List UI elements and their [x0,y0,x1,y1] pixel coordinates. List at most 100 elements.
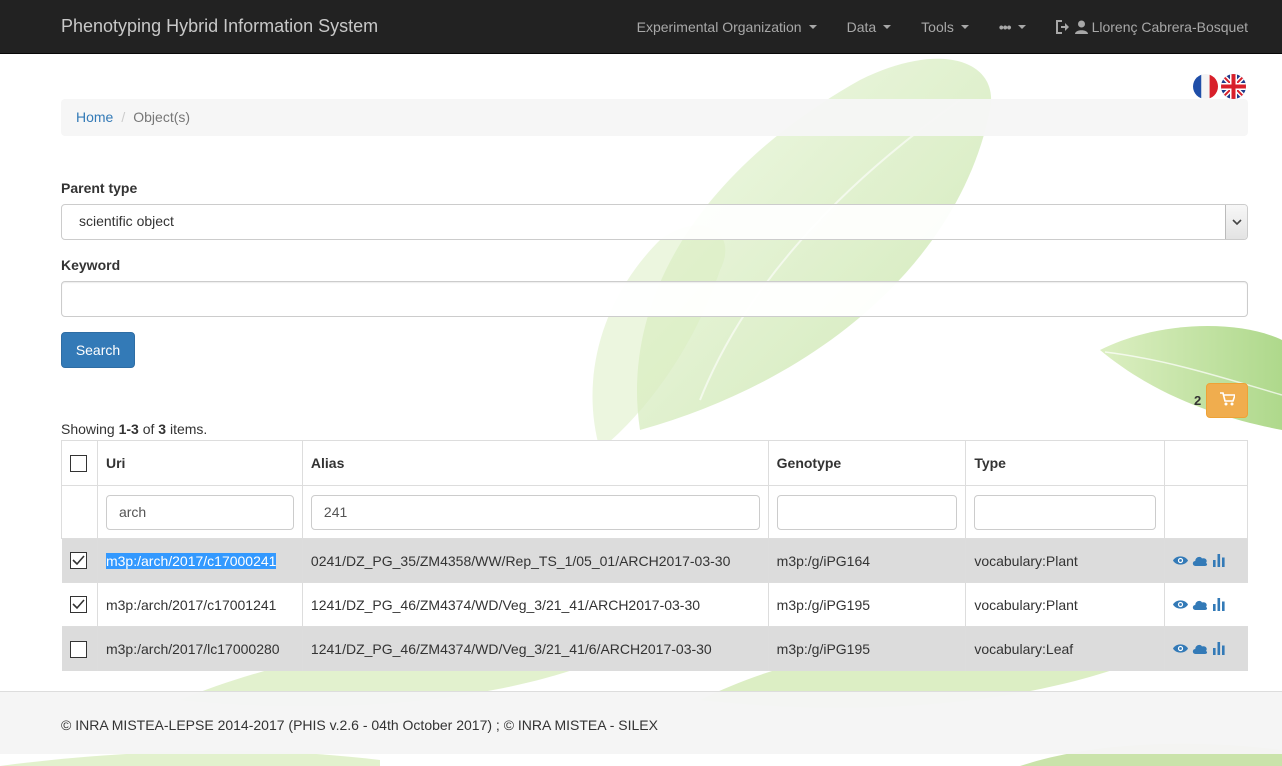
language-switcher [1193,74,1246,99]
breadcrumb-home-link[interactable]: Home [76,109,113,125]
checkmark-icon [71,555,85,566]
navbar: Phenotyping Hybrid Information System Ex… [0,0,1282,54]
filter-cell-empty [61,485,98,539]
row-checkbox[interactable] [69,596,87,614]
objects-table: Uri Alias Genotype Type m3p:/arch/2017/c… [61,440,1248,671]
column-header-genotype[interactable]: Genotype [767,440,967,486]
select-all-cell [61,440,98,486]
table-filter-row [61,485,1248,539]
type-cell: vocabulary:Leaf [965,626,1165,671]
search-button[interactable]: Search [61,332,135,368]
summary-prefix: Showing [61,421,119,437]
user-name: Llorenç Cabrera-Bosquet [1091,19,1248,35]
breadcrumb-separator: / [121,109,126,125]
genotype-cell: m3p:/g/iPG195 [768,582,967,627]
cart-icon [1219,392,1236,409]
sign-out-icon [1055,20,1071,34]
bar-chart-icon[interactable] [1212,598,1226,611]
uri-cell: m3p:/arch/2017/c17000241 [97,538,303,583]
parent-type-value: scientific object [79,213,174,229]
cart-count: 2 [1194,393,1202,408]
row-select-cell [61,582,98,627]
english-flag-icon[interactable] [1221,74,1246,99]
column-header-type[interactable]: Type [965,440,1165,486]
actions-cell [1164,538,1248,583]
type-cell: vocabulary:Plant [965,582,1165,627]
results-summary: Showing 1-3 of 3 items. [61,421,207,437]
filter-cell-genotype [767,485,967,539]
nav-experimental-organization[interactable]: Experimental Organization [622,0,832,54]
filter-cell-actions [1164,485,1248,539]
summary-total: 3 [158,421,167,437]
french-flag-icon[interactable] [1193,74,1218,99]
parent-type-select[interactable]: scientific object [61,204,1248,240]
cloud-icon[interactable] [1192,599,1208,610]
uri-cell: m3p:/arch/2017/c17001241 [97,582,303,627]
alias-cell: 1241/DZ_PG_46/ZM4374/WD/Veg_3/21_41/6/AR… [302,626,769,671]
breadcrumb: Home / Object(s) [61,99,1248,136]
nav-more[interactable]: ••• [984,0,1041,54]
alias-filter-input[interactable] [310,494,760,530]
row-select-cell [61,626,98,671]
breadcrumb-current: Object(s) [133,109,191,125]
actions-cell [1164,626,1248,671]
parent-type-label: Parent type [61,180,138,196]
alias-cell: 1241/DZ_PG_46/ZM4374/WD/Veg_3/21_41/ARCH… [302,582,769,627]
chevron-down-icon [808,25,817,29]
cloud-icon[interactable] [1192,555,1208,566]
chevron-down-icon [960,25,969,29]
table-row[interactable]: m3p:/arch/2017/c17001241 1241/DZ_PG_46/Z… [61,582,1248,627]
nav-data-label: Data [846,19,877,35]
nav-data[interactable]: Data [832,0,907,54]
nav-tools-label: Tools [921,19,954,35]
filter-cell-uri [96,485,303,539]
row-checkbox[interactable] [69,552,87,570]
type-cell: vocabulary:Plant [965,538,1165,583]
nav-user[interactable]: Llorenç Cabrera-Bosquet [1041,0,1248,54]
user-icon [1074,20,1088,34]
footer-copyright: © INRA MISTEA-LEPSE 2014-2017 (PHIS v.2.… [61,717,658,733]
type-filter-input[interactable] [974,494,1156,530]
filter-cell-type [965,485,1165,539]
table-row[interactable]: m3p:/arch/2017/c17000241 0241/DZ_PG_35/Z… [61,538,1248,583]
nav-tools[interactable]: Tools [906,0,984,54]
bar-chart-icon[interactable] [1212,554,1226,567]
filter-cell-alias [301,485,769,539]
uri-cell: m3p:/arch/2017/lc17000280 [97,626,303,671]
nav-more-label: ••• [998,19,1012,35]
keyword-label: Keyword [61,257,121,273]
checkmark-icon [71,599,85,610]
summary-suffix: items. [166,421,208,437]
column-header-uri[interactable]: Uri [96,440,303,486]
summary-of: of [138,421,159,437]
column-header-actions [1164,440,1248,486]
keyword-input[interactable] [61,281,1248,317]
nav-menu: Experimental Organization Data Tools •••… [622,0,1248,54]
eye-icon[interactable] [1173,643,1188,654]
app-title[interactable]: Phenotyping Hybrid Information System [61,16,378,37]
table-header-row: Uri Alias Genotype Type [61,440,1248,486]
cart-button[interactable] [1206,383,1248,418]
footer: © INRA MISTEA-LEPSE 2014-2017 (PHIS v.2.… [0,691,1282,754]
genotype-cell: m3p:/g/iPG164 [768,538,967,583]
actions-cell [1164,582,1248,627]
genotype-filter-input[interactable] [776,494,958,530]
chevron-down-icon [883,25,892,29]
chevron-down-icon[interactable] [1225,205,1247,239]
genotype-cell: m3p:/g/iPG195 [768,626,967,671]
bar-chart-icon[interactable] [1212,642,1226,656]
select-all-checkbox[interactable] [70,454,87,472]
cloud-icon[interactable] [1192,643,1208,655]
summary-range: 1-3 [118,421,139,437]
uri-filter-input[interactable] [105,494,294,530]
row-select-cell [61,538,98,583]
table-row[interactable]: m3p:/arch/2017/lc17000280 1241/DZ_PG_46/… [61,626,1248,671]
chevron-down-icon [1017,25,1026,29]
eye-icon[interactable] [1173,555,1188,566]
row-checkbox[interactable] [69,640,87,658]
alias-cell: 0241/DZ_PG_35/ZM4358/WW/Rep_TS_1/05_01/A… [302,538,769,583]
nav-experimental-organization-label: Experimental Organization [636,19,802,35]
eye-icon[interactable] [1173,599,1188,610]
uri-value[interactable]: m3p:/arch/2017/c17000241 [105,552,277,569]
column-header-alias[interactable]: Alias [301,440,769,486]
